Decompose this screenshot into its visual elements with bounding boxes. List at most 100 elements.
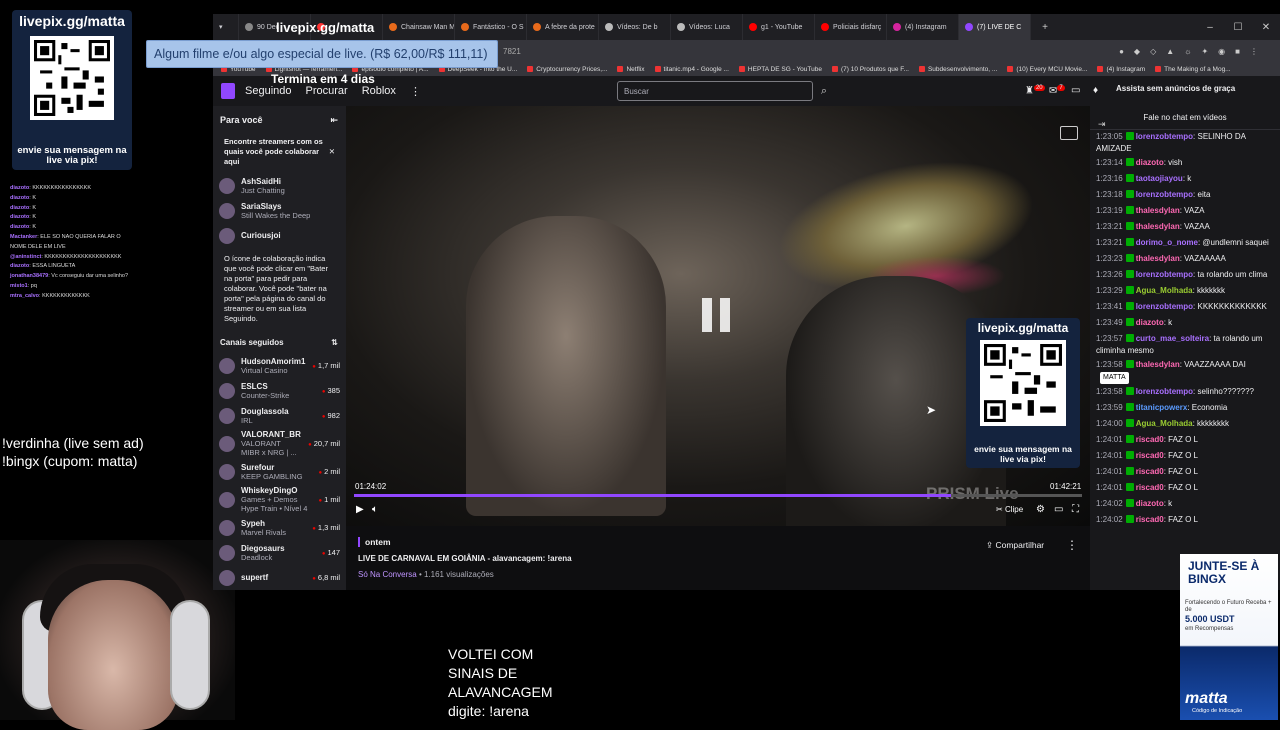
bookmark-item[interactable]: (7) 10 Produtos que F... xyxy=(832,66,909,73)
followed-channel-row[interactable]: VALORANT_BRVALORANTMIBR x NRG | ... 20,7 … xyxy=(213,428,346,459)
chat-username[interactable]: thalesdylan xyxy=(1136,206,1180,215)
bookmark-item[interactable]: titanic.mp4 - Google ... xyxy=(655,66,729,73)
more-options-icon[interactable]: ⋮ xyxy=(1066,538,1078,552)
followed-channel-row[interactable]: SypehMarvel Rivals 1,3 mil xyxy=(213,515,346,540)
chat-username[interactable]: diazoto xyxy=(1136,499,1164,508)
followed-channel-row[interactable]: supertf 6,8 mil xyxy=(213,565,346,590)
volume-icon[interactable]: 🔈︎ xyxy=(372,504,378,515)
browser-tab[interactable]: (4) Instagram xyxy=(887,14,959,40)
minimize-button[interactable]: – xyxy=(1196,22,1224,33)
chat-username[interactable]: riscad0 xyxy=(1136,515,1164,524)
pause-icon[interactable] xyxy=(702,298,732,332)
video-category[interactable]: Só Na Conversa xyxy=(358,570,417,579)
share-button[interactable]: ⇪ Compartilhar xyxy=(986,540,1044,551)
sort-icon[interactable]: ⇅ xyxy=(331,338,338,347)
chat-username[interactable]: lorenzobtempo xyxy=(1136,302,1193,311)
nav-browse[interactable]: Procurar xyxy=(306,85,348,97)
chat-message: 1:23:58 lorenzobtempo: selinho??????? xyxy=(1090,385,1280,401)
bookmark-item[interactable]: (4) Instagram xyxy=(1097,66,1145,73)
twitch-logo-icon[interactable] xyxy=(221,83,235,99)
bookmark-item[interactable]: Netflix xyxy=(617,66,644,73)
chat-username[interactable]: riscad0 xyxy=(1136,435,1164,444)
followed-channel-row[interactable]: SurefourKEEP GAMBLING 2 mil xyxy=(213,459,346,484)
chat-badge-icon xyxy=(1125,318,1134,326)
maximize-button[interactable]: ☐ xyxy=(1224,22,1252,33)
chat-username[interactable]: thalesdylan xyxy=(1136,360,1180,369)
livepix-qr-panel: livepix.gg/matta envie sua mensagem na l… xyxy=(12,10,132,170)
more-options-icon[interactable]: ⋮ xyxy=(410,85,421,98)
chat-username[interactable]: lorenzobtempo xyxy=(1136,132,1193,141)
chat-username[interactable]: thalesdylan xyxy=(1136,222,1180,231)
bookmark-item[interactable]: Subdesenvolvimento, ... xyxy=(919,66,997,73)
progress-bar[interactable] xyxy=(354,494,1082,497)
chat-message: 1:24:02 riscad0: FAZ O L xyxy=(1090,513,1280,529)
extension-icons[interactable]: ●◆◇▲☼✦◉■⋮ xyxy=(1119,47,1268,56)
chat-username[interactable]: curto_mae_solteira xyxy=(1136,334,1209,343)
nav-following[interactable]: Seguindo xyxy=(245,85,292,97)
close-window-button[interactable]: ✕ xyxy=(1252,22,1280,33)
tab-list-button[interactable]: ▾ xyxy=(213,14,239,40)
bookmark-item[interactable]: The Making of a Mog... xyxy=(1155,66,1230,73)
chat-username[interactable]: diazoto xyxy=(1136,318,1164,327)
play-icon[interactable]: ▶ xyxy=(356,504,364,515)
search-icon[interactable]: ⌕ xyxy=(815,81,833,101)
followed-channel-row[interactable]: DiegosaursDeadlock 147 xyxy=(213,540,346,565)
bookmark-item[interactable]: HEPTA DE SG - YouTube xyxy=(739,66,822,73)
chat-username[interactable]: riscad0 xyxy=(1136,467,1164,476)
picture-in-picture-icon[interactable] xyxy=(1060,126,1078,140)
chat-username[interactable]: lorenzobtempo xyxy=(1136,190,1193,199)
chat-username[interactable]: thalesdylan xyxy=(1136,254,1180,263)
bookmark-item[interactable]: Cryptocurrency Prices,... xyxy=(527,66,607,73)
browser-window: ▾ 90 Dec Chainsaw Man M Fantástico - O SA … xyxy=(213,14,1280,590)
video-player[interactable]: livepix.gg/matta envie sua mensagem na l… xyxy=(346,106,1090,526)
search-input[interactable]: Buscar xyxy=(617,81,813,101)
settings-icon[interactable]: ⚙ xyxy=(1036,504,1045,515)
collapse-chat-icon[interactable]: ⇥ xyxy=(1098,112,1106,136)
browser-tab[interactable]: g1 - YouTube xyxy=(743,14,815,40)
chat-username[interactable]: riscad0 xyxy=(1136,483,1164,492)
browser-tab[interactable]: Fantástico - O S xyxy=(455,14,527,40)
goal-timer: Termina em 4 dias xyxy=(271,72,375,86)
chat-badge-icon xyxy=(1125,158,1134,166)
clip-button[interactable]: ✂ Clipe xyxy=(996,505,1023,514)
crown-icon[interactable]: ♦ xyxy=(1093,85,1098,96)
chat-username[interactable]: taotaojiayou xyxy=(1136,174,1183,183)
browser-tab[interactable]: Vídeos: Luca xyxy=(671,14,743,40)
chat-badge-icon xyxy=(1125,499,1134,507)
collapse-sidebar-icon[interactable]: ⇤ xyxy=(330,115,338,126)
chat-username[interactable]: lorenzobtempo xyxy=(1136,387,1193,396)
chat-badge-icon xyxy=(1125,132,1134,140)
chat-message: 1:24:01 riscad0: FAZ O L xyxy=(1090,465,1280,481)
new-tab-button[interactable]: + xyxy=(1031,22,1059,33)
browser-tab[interactable]: Vídeos: De b xyxy=(599,14,671,40)
browser-tab[interactable]: Chainsaw Man M xyxy=(383,14,455,40)
notifications-icon[interactable]: ♜ 20 xyxy=(1025,85,1045,96)
chat-username[interactable]: riscad0 xyxy=(1136,451,1164,460)
followed-channel-row[interactable]: WhiskeyDingO Games + Demos Hype Train • Ní… xyxy=(213,484,346,515)
browser-tab[interactable]: Policiais disfarç xyxy=(815,14,887,40)
chat-username[interactable]: titanicpowerx xyxy=(1136,403,1188,412)
chat-username[interactable]: Agua_Molhada xyxy=(1136,286,1193,295)
ad-free-button[interactable]: Assista sem anúncios de graça xyxy=(1116,84,1235,93)
collab-streamer-row[interactable]: SariaSlays Still Wakes the Deep xyxy=(213,198,346,223)
chat-username[interactable]: dorimo_o_nome xyxy=(1136,238,1198,247)
collab-streamer-row[interactable]: Curiousjoi xyxy=(213,223,346,248)
nav-roblox[interactable]: Roblox xyxy=(362,85,396,97)
chat-username[interactable]: lorenzobtempo xyxy=(1136,270,1193,279)
close-icon[interactable]: ✕ xyxy=(329,147,335,157)
followed-channel-row[interactable]: DouglassolaIRL 982 xyxy=(213,403,346,428)
followed-channel-row[interactable]: ESLCSCounter-Strike 385 xyxy=(213,378,346,403)
avatar xyxy=(219,202,235,219)
chat-badge-icon xyxy=(1125,286,1134,294)
followed-channel-row[interactable]: HudsonAmorim1Virtual Casino 1,7 mil xyxy=(213,353,346,378)
chat-username[interactable]: diazoto xyxy=(1136,158,1164,167)
browser-tab[interactable]: (7) LIVE DE C xyxy=(959,14,1031,40)
bookmark-item[interactable]: (10) Every MCU Movie... xyxy=(1007,66,1087,73)
whispers-icon[interactable]: ▭ xyxy=(1071,85,1080,96)
inbox-icon[interactable]: ✉ 7 xyxy=(1049,85,1065,96)
fullscreen-icon[interactable]: ⛶ xyxy=(1072,504,1079,515)
chat-username[interactable]: Agua_Molhada xyxy=(1136,419,1193,428)
theatre-mode-icon[interactable]: ▭ xyxy=(1054,504,1063,515)
collab-streamer-row[interactable]: AshSaidHi Just Chatting xyxy=(213,173,346,198)
browser-tab[interactable]: A febre da prote xyxy=(527,14,599,40)
